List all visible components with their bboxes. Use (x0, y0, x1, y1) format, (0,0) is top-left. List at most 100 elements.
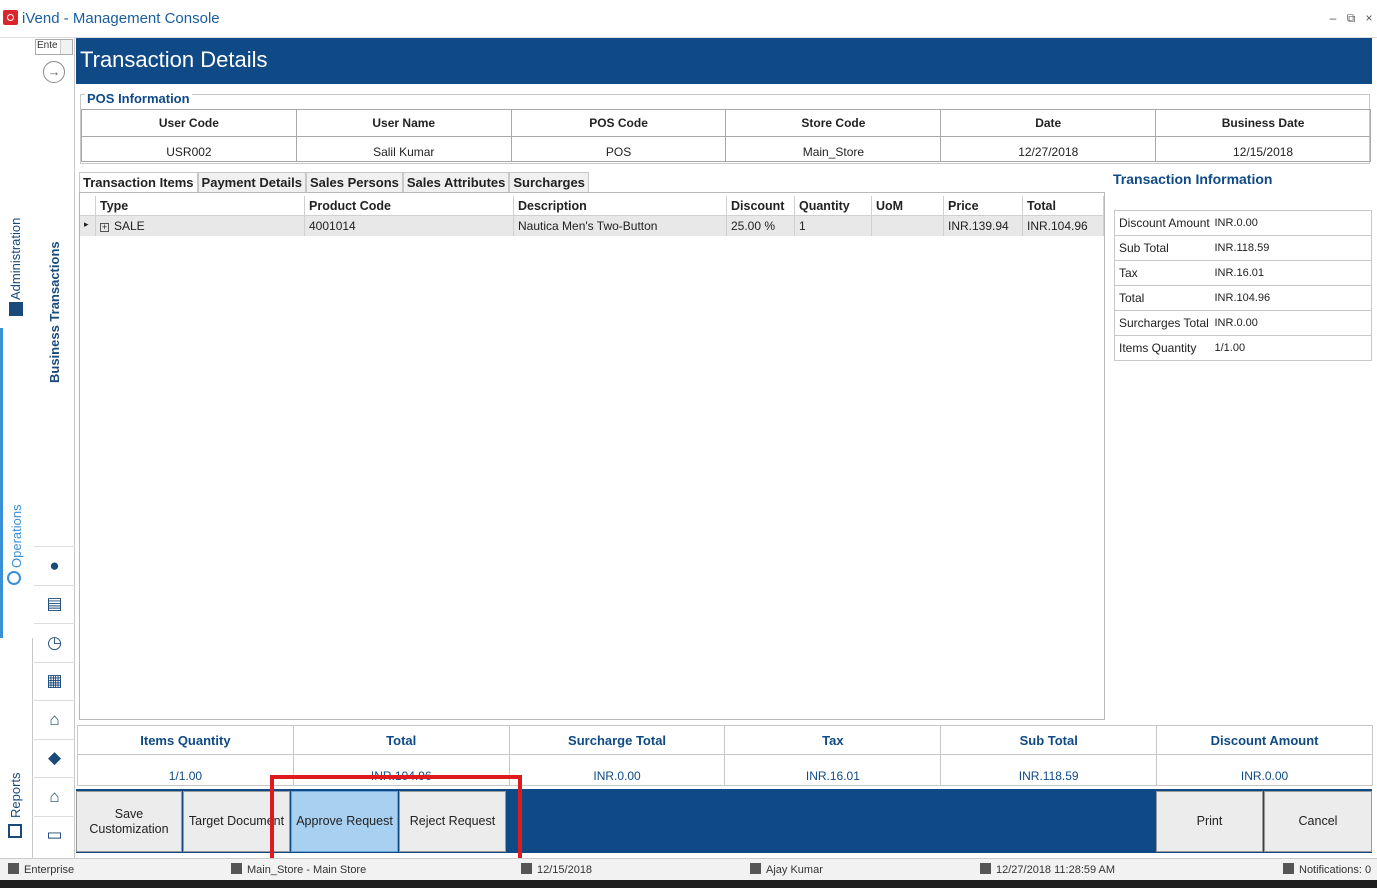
close-button[interactable]: × (1362, 11, 1376, 25)
cell-type-value: SALE (114, 219, 145, 233)
section-nav-strip: Ente → Business Transactions ● ▤ ◷ ▦ ⌂ ◆… (34, 38, 75, 858)
column-uom[interactable]: UoM (872, 196, 944, 216)
register-icon[interactable]: ▭ (34, 815, 75, 855)
save-customization-button[interactable]: Save Customization (76, 791, 182, 852)
column-discount[interactable]: Discount (727, 196, 795, 216)
cell-quantity: 1 (795, 216, 872, 236)
summary-header: Sub Total (940, 725, 1158, 755)
tab-sales-attributes[interactable]: Sales Attributes (402, 172, 510, 192)
cell-price: INR.139.94 (944, 216, 1023, 236)
tab-reports-label: Reports (8, 772, 23, 818)
tab-administration[interactable]: Administration (0, 38, 33, 328)
title-bar: iVend - Management Console – ⧉ × (0, 0, 1377, 38)
transaction-items-grid: Type Product Code Description Discount Q… (79, 192, 1105, 720)
column-total[interactable]: Total (1023, 196, 1104, 216)
print-button[interactable]: Print (1156, 791, 1263, 852)
tab-transaction-items[interactable]: Transaction Items (79, 172, 198, 192)
pos-header-user-name: User Name (295, 109, 512, 137)
store-icon[interactable]: ⌂ (34, 700, 75, 739)
info-value: 1/1.00 (1212, 335, 1372, 361)
tab-operations-label: Operations (9, 504, 24, 568)
key-icon (980, 863, 991, 874)
minimize-button[interactable]: – (1326, 11, 1340, 25)
cancel-button[interactable]: Cancel (1264, 791, 1372, 852)
info-label: Tax (1114, 260, 1213, 286)
info-label: Sub Total (1114, 235, 1213, 261)
pos-user-name: Salil Kumar (295, 136, 512, 162)
info-label: Discount Amount (1114, 210, 1213, 236)
status-user: Ajay Kumar (750, 863, 823, 876)
reports-icon (8, 824, 22, 838)
info-label: Surcharges Total (1114, 310, 1213, 336)
status-user-text: Ajay Kumar (766, 864, 823, 876)
warehouse-icon[interactable]: ⌂ (34, 777, 75, 816)
column-type[interactable]: Type (96, 196, 305, 216)
pos-info-table: User Code User Name POS Code Store Code … (81, 109, 1371, 162)
pos-pos-code: POS (510, 136, 727, 162)
column-price[interactable]: Price (944, 196, 1023, 216)
info-label: Total (1114, 285, 1213, 311)
grid-header-row: Type Product Code Description Discount Q… (80, 196, 1104, 216)
tab-sales-persons[interactable]: Sales Persons (305, 172, 403, 192)
pos-date: 12/27/2018 (940, 136, 1157, 162)
app-logo-icon (3, 10, 18, 25)
pos-user-code: USR002 (81, 136, 297, 162)
tag-icon[interactable]: ◆ (34, 738, 75, 778)
info-value: INR.16.01 (1212, 260, 1372, 286)
pos-header-pos-code: POS Code (510, 109, 727, 137)
tab-operations[interactable]: Operations (0, 328, 33, 638)
summary-header: Discount Amount (1156, 725, 1373, 755)
calendar-icon (521, 863, 532, 874)
cell-discount: 25.00 % (727, 216, 795, 236)
tab-administration-label: Administration (8, 217, 23, 300)
search-icon[interactable] (60, 40, 72, 54)
clock-icon[interactable]: ◷ (34, 623, 75, 662)
info-value: INR.0.00 (1212, 210, 1372, 236)
row-selector-icon[interactable]: ▸ (80, 216, 96, 236)
column-description[interactable]: Description (514, 196, 727, 216)
tab-surcharges[interactable]: Surcharges (509, 172, 589, 192)
pos-business-date: 12/15/2018 (1155, 136, 1371, 162)
navigate-arrow-icon[interactable]: → (43, 61, 65, 83)
pos-info-title: POS Information (85, 91, 192, 106)
cell-uom (872, 216, 944, 236)
expand-icon[interactable]: + (100, 223, 109, 232)
status-login-time-text: 12/27/2018 11:28:59 AM (996, 864, 1116, 876)
status-edition-text: Enterprise (24, 864, 75, 876)
pos-header-user-code: User Code (81, 109, 297, 137)
pos-header-date: Date (940, 109, 1157, 137)
summary-header: Surcharge Total (508, 725, 726, 755)
gear-icon (7, 571, 21, 585)
gift-icon[interactable]: ▦ (34, 661, 75, 701)
column-quantity[interactable]: Quantity (795, 196, 872, 216)
info-value: INR.0.00 (1212, 310, 1372, 336)
pos-store-code: Main_Store (725, 136, 942, 162)
info-value: INR.104.96 (1212, 285, 1372, 311)
status-store-text: Main_Store - Main Store (247, 864, 367, 876)
documents-icon[interactable]: ▤ (34, 584, 75, 624)
business-transactions-label[interactable]: Business Transactions (47, 241, 62, 383)
table-row[interactable]: ▸ + SALE 4001014 Nautica Men's Two-Button… (80, 216, 1104, 236)
summary-value: INR.118.59 (940, 754, 1158, 786)
search-input-value: Ente (37, 40, 58, 51)
tab-payment-details[interactable]: Payment Details (197, 172, 306, 192)
search-input[interactable]: Ente (35, 39, 73, 55)
column-product-code[interactable]: Product Code (305, 196, 514, 216)
status-notifications[interactable]: Notifications: 0 (1283, 863, 1371, 876)
pos-header-store-code: Store Code (725, 109, 942, 137)
restore-button[interactable]: ⧉ (1344, 11, 1358, 26)
store-icon (231, 863, 242, 874)
info-value: INR.118.59 (1212, 235, 1372, 261)
customer-icon[interactable]: ● (34, 546, 75, 585)
summary-value: INR.16.01 (724, 754, 942, 786)
transaction-info-table: Discount Amount INR.0.00 Sub Total INR.118… (1114, 210, 1372, 361)
tab-reports[interactable]: Reports (0, 638, 33, 858)
cell-type: + SALE (96, 216, 305, 236)
bell-icon (1283, 863, 1294, 874)
user-icon (750, 863, 761, 874)
administration-icon (9, 302, 23, 316)
page-title: Transaction Details (76, 38, 1372, 84)
transaction-info-title: Transaction Information (1113, 171, 1273, 187)
summary-header: Items Quantity (77, 725, 294, 755)
cell-product-code: 4001014 (305, 216, 514, 236)
